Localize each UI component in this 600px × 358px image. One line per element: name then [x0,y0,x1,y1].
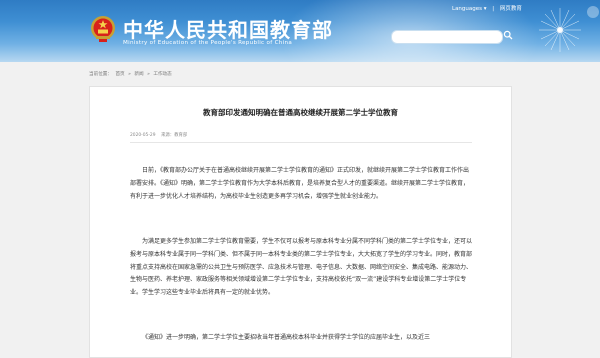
article-source: 来源：教育部 [160,133,188,138]
site-title[interactable]: 中华人民共和国教育部 [123,14,333,43]
divider: | [492,6,495,12]
paragraph-text: 日前，《教育部办公厅关于在普通高校继续开展第二学士学位教育的通知》正式印发，就继… [130,167,470,200]
search-input[interactable] [391,30,503,44]
dandelion-decoration-icon [539,6,599,52]
breadcrumb: 当前位置： 首页 » 新闻 » 工作动态 [89,71,174,77]
site-header: 中华人民共和国教育部 Ministry of Education of the … [0,0,600,62]
article-paragraph: 《通知》进一步明确，第二学士学位主要招收当年普通高校本科毕业并获得学士学位的应届… [130,332,472,345]
article-date: 2020-05-29 [130,133,156,138]
breadcrumb-separator: » [128,72,131,77]
breadcrumb-label: 当前位置： [89,72,112,77]
breadcrumb-home[interactable]: 首页 [115,72,124,77]
article-divider [130,142,472,143]
breadcrumb-work-updates[interactable]: 工作动态 [153,72,171,77]
breadcrumb-news[interactable]: 新闻 [134,72,143,77]
languages-link[interactable]: Languages [452,6,482,12]
article-container: 教育部印发通知明确在普通高校继续开展第二学士学位教育 2020-05-29 来源… [89,86,512,358]
paragraph-text: 《通知》进一步明确，第二学士学位主要招收当年普通高校本科毕业并获得学士学位的应届… [142,334,431,341]
national-emblem-icon [91,16,115,42]
chevron-down-icon[interactable]: ▾ [484,6,487,12]
paragraph-text: 为满足更多学生参加第二学士学位教育需要，学生不仅可以报考与原本科专业分属不同学科… [130,238,473,297]
article-title: 教育部印发通知明确在普通高校继续开展第二学士学位教育 [203,108,398,117]
article-paragraph: 日前，《教育部办公厅关于在普通高校继续开展第二学士学位教育的通知》正式印发，就继… [130,165,472,203]
breadcrumb-separator: » [147,72,150,77]
article-paragraph: 为满足更多学生参加第二学士学位教育需要，学生不仅可以报考与原本科专业分属不同学科… [130,236,472,300]
site-subtitle: Ministry of Education of the People's Re… [123,40,293,46]
article-meta: 2020-05-29 来源：教育部 [130,132,191,138]
